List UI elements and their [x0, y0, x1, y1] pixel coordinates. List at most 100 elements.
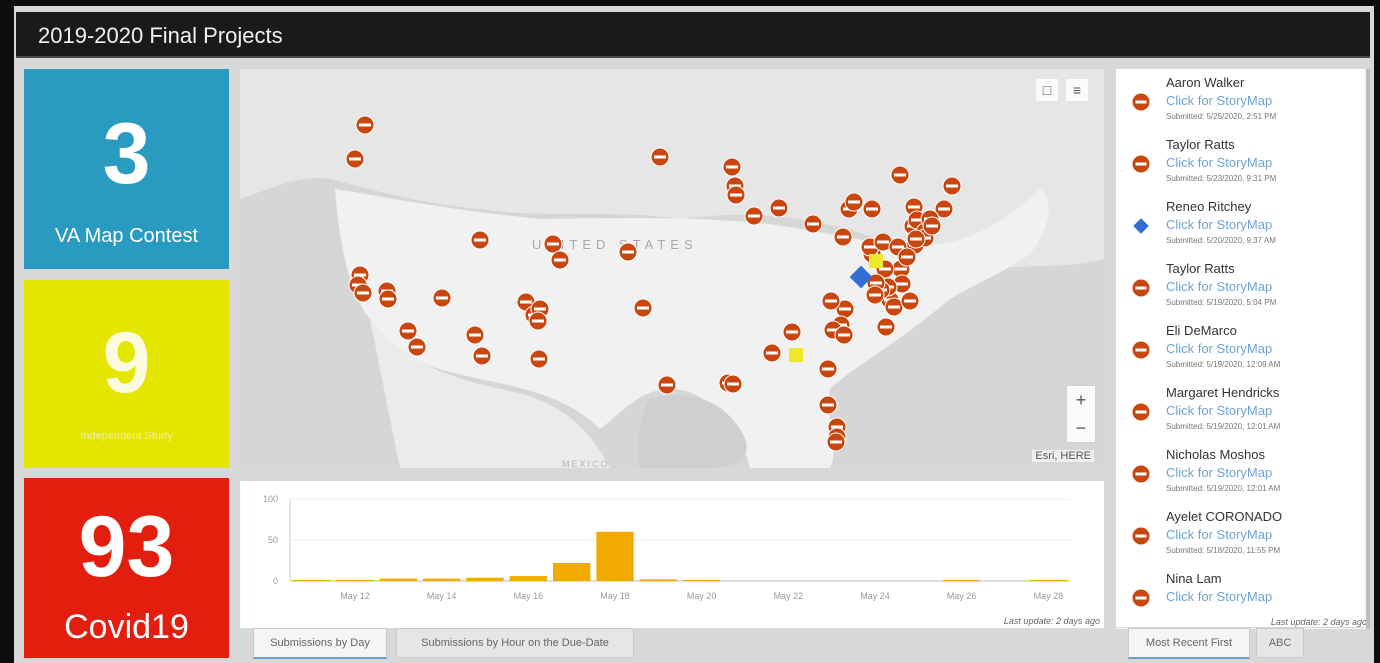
covid-marker[interactable] — [844, 192, 864, 212]
covid-marker[interactable] — [353, 283, 373, 303]
submitted-date: Submitted: 5/19/2020, 12:01 AM — [1166, 484, 1281, 493]
submitter-name: Taylor Ratts — [1166, 261, 1235, 276]
list-item[interactable]: Aaron Walker Click for StoryMap Submitte… — [1116, 69, 1364, 132]
bar — [466, 577, 504, 581]
tile-count: 3 — [102, 106, 151, 202]
covid-marker[interactable] — [803, 214, 823, 234]
list-scrollbar[interactable] — [1366, 69, 1370, 629]
covid-marker[interactable] — [726, 185, 746, 205]
covid-marker[interactable] — [407, 337, 427, 357]
submissions-chart-panel: 0 50 100 May 12 May 14 May 16 May 18 May 20 May … — [240, 481, 1104, 628]
list-item[interactable]: Margaret Hendricks Click for StoryMap Su… — [1116, 379, 1364, 442]
covid-marker[interactable] — [355, 115, 375, 135]
list-item[interactable]: Nicholas Moshos Click for StoryMap Submi… — [1116, 441, 1364, 504]
storymap-link[interactable]: Click for StoryMap — [1166, 155, 1272, 170]
bar — [336, 580, 374, 581]
covid-marker[interactable] — [942, 176, 962, 196]
covid-marker[interactable] — [826, 432, 846, 452]
tab-abc[interactable]: ABC — [1256, 628, 1304, 658]
map-attribution: Esri, HERE — [1032, 450, 1094, 462]
covid-marker[interactable] — [862, 199, 882, 219]
covid-marker[interactable] — [543, 234, 563, 254]
covid-marker[interactable] — [818, 395, 838, 415]
covid-marker-icon — [1132, 155, 1150, 173]
storymap-link[interactable]: Click for StoryMap — [1166, 93, 1272, 108]
covid-marker[interactable] — [906, 229, 926, 249]
va-contest-marker-icon — [1133, 218, 1149, 234]
zoom-out-button[interactable]: − — [1067, 414, 1095, 442]
covid-marker[interactable] — [722, 157, 742, 177]
covid-marker[interactable] — [470, 230, 490, 250]
submitted-date: Submitted: 5/23/2020, 9:31 PM — [1166, 174, 1277, 183]
bar — [423, 578, 461, 581]
covid-marker[interactable] — [744, 206, 764, 226]
covid-marker[interactable] — [922, 216, 942, 236]
tab-most-recent-first[interactable]: Most Recent First — [1128, 628, 1250, 659]
covid-marker[interactable] — [472, 346, 492, 366]
covid-marker[interactable] — [465, 325, 485, 345]
covid-marker[interactable] — [897, 247, 917, 267]
y-tick-label: 0 — [273, 576, 278, 586]
bar — [639, 579, 677, 581]
map-view[interactable]: UNITED STATES MEXICO □ ≡ + − Esri, HERE — [240, 69, 1104, 468]
covid-marker[interactable] — [650, 147, 670, 167]
covid-marker[interactable] — [657, 375, 677, 395]
bar — [596, 531, 634, 581]
tab-submissions-by-day[interactable]: Submissions by Day — [253, 628, 387, 659]
tile-caption: Covid19 — [64, 608, 189, 646]
zoom-in-button[interactable]: + — [1067, 386, 1095, 414]
legend-list-icon[interactable]: ≡ — [1066, 79, 1088, 101]
bar — [379, 578, 417, 581]
tab-submissions-by-hour[interactable]: Submissions by Hour on the Due-Date — [396, 628, 634, 658]
bookmark-icon[interactable]: □ — [1036, 79, 1058, 101]
storymap-link[interactable]: Click for StoryMap — [1166, 217, 1272, 232]
covid-marker-icon — [1132, 93, 1150, 111]
list-item[interactable]: Ayelet CORONADO Click for StoryMap Submi… — [1116, 503, 1364, 566]
covid-marker[interactable] — [900, 291, 920, 311]
covid-marker[interactable] — [432, 288, 452, 308]
covid-marker[interactable] — [782, 322, 802, 342]
storymap-link[interactable]: Click for StoryMap — [1166, 589, 1272, 604]
tile-independent-study: 9 Independent Study — [24, 280, 229, 468]
covid-marker[interactable] — [833, 227, 853, 247]
list-item[interactable]: Taylor Ratts Click for StoryMap Submitte… — [1116, 131, 1364, 194]
covid-marker[interactable] — [834, 325, 854, 345]
page-title: 2019-2020 Final Projects — [38, 23, 283, 48]
covid-marker[interactable] — [762, 343, 782, 363]
independent-study-marker[interactable] — [789, 348, 803, 362]
x-tick-label: May 14 — [427, 591, 457, 601]
storymap-link[interactable]: Click for StoryMap — [1166, 465, 1272, 480]
covid-marker[interactable] — [618, 242, 638, 262]
list-item[interactable]: Taylor Ratts Click for StoryMap Submitte… — [1116, 255, 1364, 318]
storymap-link[interactable]: Click for StoryMap — [1166, 341, 1272, 356]
storymap-link[interactable]: Click for StoryMap — [1166, 527, 1272, 542]
x-tick-label: May 12 — [340, 591, 370, 601]
map-canvas[interactable]: UNITED STATES MEXICO — [240, 69, 1104, 468]
independent-study-marker[interactable] — [869, 254, 883, 268]
bar — [509, 576, 547, 581]
covid-marker[interactable] — [398, 321, 418, 341]
covid-marker[interactable] — [890, 165, 910, 185]
covid-marker[interactable] — [528, 311, 548, 331]
submitter-name: Reneo Ritchey — [1166, 199, 1252, 214]
list-item[interactable]: Eli DeMarco Click for StoryMap Submitted… — [1116, 317, 1364, 380]
storymap-link[interactable]: Click for StoryMap — [1166, 403, 1272, 418]
storymap-link[interactable]: Click for StoryMap — [1166, 279, 1272, 294]
covid-marker[interactable] — [550, 250, 570, 270]
covid-marker[interactable] — [818, 359, 838, 379]
covid-marker[interactable] — [378, 289, 398, 309]
y-tick-label: 50 — [268, 535, 278, 545]
covid-marker[interactable] — [884, 297, 904, 317]
covid-marker[interactable] — [821, 291, 841, 311]
covid-marker[interactable] — [633, 298, 653, 318]
covid-marker[interactable] — [865, 285, 885, 305]
covid-marker[interactable] — [769, 198, 789, 218]
list-item[interactable]: Reneo Ritchey Click for StoryMap Submitt… — [1116, 193, 1364, 256]
header-bar: 2019-2020 Final Projects — [16, 12, 1370, 58]
covid-marker[interactable] — [345, 149, 365, 169]
covid-marker[interactable] — [529, 349, 549, 369]
covid-marker[interactable] — [876, 317, 896, 337]
submission-list[interactable]: Aaron Walker Click for StoryMap Submitte… — [1116, 69, 1369, 629]
covid-marker[interactable] — [723, 374, 743, 394]
tile-count: 93 — [78, 499, 175, 595]
